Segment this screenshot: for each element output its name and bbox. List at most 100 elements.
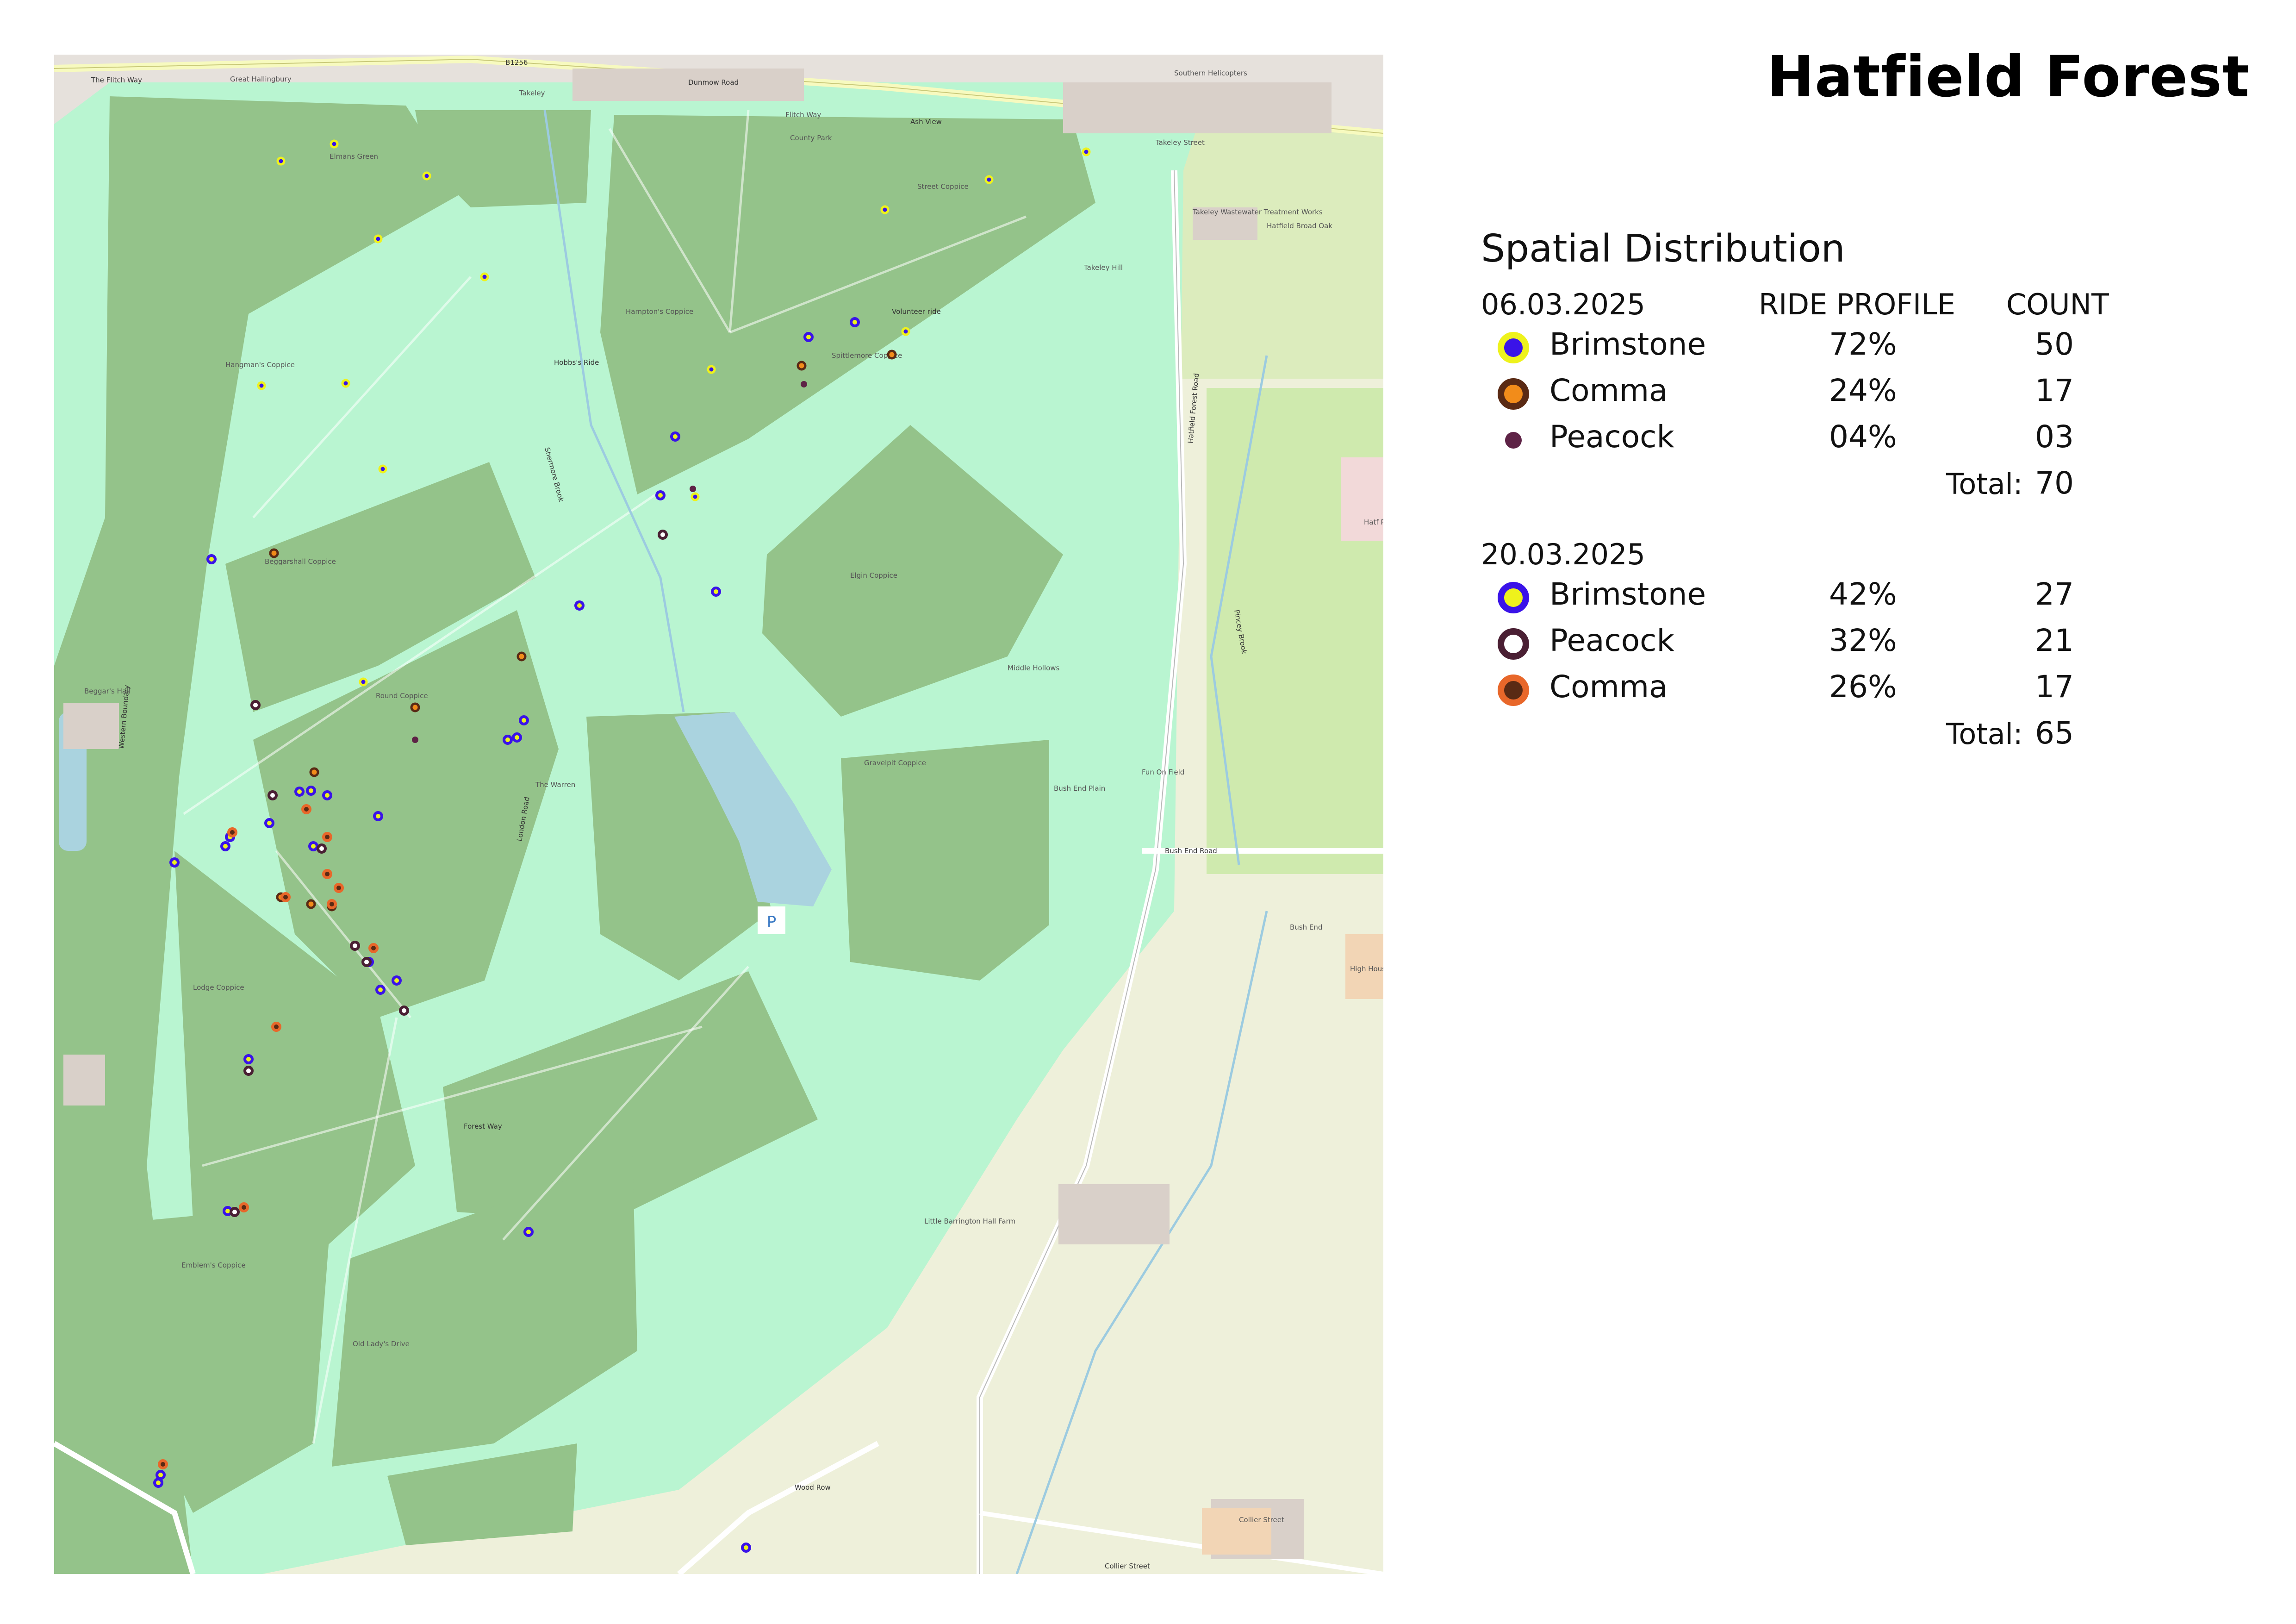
- brimstone-marker: [264, 818, 274, 828]
- legend-row: Peacock 04% 03: [1481, 417, 2175, 463]
- ride-profile-value: 26%: [1829, 669, 1897, 705]
- place-label: Hatfield Broad Oak: [1267, 222, 1332, 230]
- legend-row: Brimstone 42% 27: [1481, 575, 2175, 621]
- brimstone-symbol-icon: [1498, 582, 1529, 613]
- comma-marker: [322, 869, 332, 879]
- comma-marker: [327, 899, 337, 909]
- species-name: Comma: [1549, 669, 1668, 705]
- peacock-marker: [230, 1207, 240, 1217]
- symbol-ring: [1498, 332, 1529, 363]
- legend-row: Brimstone 72% 50: [1481, 325, 2175, 371]
- place-label: Middle Hollows: [1008, 664, 1060, 672]
- total-label: Total:: [1946, 467, 2023, 501]
- comma-marker: [309, 767, 319, 777]
- brimstone-marker: [707, 365, 716, 374]
- peacock-marker: [250, 700, 261, 710]
- count-value: 50: [2035, 326, 2074, 362]
- place-label: Gravelpit Coppice: [864, 759, 926, 767]
- road-label: Wood Row: [795, 1483, 831, 1492]
- brimstone-marker: [341, 379, 350, 388]
- residential-area: [1341, 457, 1383, 541]
- species-name: Brimstone: [1549, 326, 1706, 362]
- survey-date: 20.03.2025: [1481, 537, 1645, 571]
- brimstone-marker: [803, 332, 814, 342]
- comma-marker: [368, 943, 379, 953]
- road-label: B1256: [505, 58, 528, 67]
- comma-marker: [322, 832, 332, 842]
- comma-symbol-icon: [1498, 675, 1529, 706]
- peacock-marker: [801, 381, 807, 387]
- farm-area: [1202, 1508, 1271, 1555]
- legend-section-title: Spatial Distribution: [1481, 227, 1845, 271]
- survey-date: 06.03.2025: [1481, 287, 1645, 321]
- place-label: Little Barrington Hall Farm: [924, 1217, 1015, 1225]
- peacock-symbol-icon: [1498, 628, 1529, 660]
- place-label: Elgin Coppice: [850, 571, 897, 580]
- peacock-marker: [350, 941, 360, 951]
- brimstone-marker: [322, 790, 332, 800]
- brimstone-marker: [901, 327, 910, 336]
- place-label: Takeley Hill: [1083, 263, 1123, 272]
- legend-header: 06.03.2025 RIDE PROFILE COUNT: [1481, 287, 2175, 325]
- brimstone-marker: [375, 985, 386, 995]
- brimstone-marker: [276, 156, 286, 166]
- species-name: Comma: [1549, 373, 1668, 408]
- ride-profile-value: 04%: [1829, 419, 1897, 455]
- map-panel[interactable]: P Great Hallingbury Takeley Takeley Stre…: [54, 55, 1383, 1574]
- road-label: Dunmow Road: [688, 78, 739, 87]
- road-label: The Flitch Way: [91, 76, 142, 84]
- brimstone-marker: [655, 490, 666, 500]
- place-label: Round Coppice: [376, 692, 428, 700]
- brimstone-marker: [378, 464, 387, 474]
- brimstone-marker: [373, 811, 383, 821]
- place-label: Old Lady's Drive: [353, 1340, 410, 1348]
- ride-profile-header: RIDE PROFILE: [1759, 287, 1955, 321]
- place-label: The Warren: [535, 781, 575, 789]
- road-label: Volunteer ride: [892, 307, 941, 316]
- brimstone-marker: [220, 841, 230, 851]
- legend-panel: Spatial Distribution 06.03.2025 RIDE PRO…: [1481, 227, 2175, 760]
- brimstone-marker: [480, 272, 489, 281]
- brimstone-marker: [503, 735, 513, 745]
- road-label: Collier Street: [1105, 1562, 1150, 1570]
- brimstone-marker: [711, 587, 721, 597]
- comma-marker: [269, 548, 279, 558]
- brimstone-marker: [850, 317, 860, 327]
- legend-row: Peacock 32% 21: [1481, 621, 2175, 667]
- symbol-dot: [1505, 432, 1522, 449]
- ride-profile-value: 72%: [1829, 326, 1897, 362]
- brimstone-marker: [1082, 147, 1091, 156]
- species-name: Peacock: [1549, 623, 1674, 658]
- count-header: COUNT: [2006, 287, 2109, 321]
- brimstone-marker: [422, 171, 431, 181]
- peacock-marker: [243, 1066, 254, 1076]
- place-label: County Park: [790, 134, 832, 142]
- total-value: 65: [2035, 715, 2074, 751]
- brimstone-marker: [330, 139, 339, 149]
- peacock-marker: [412, 737, 418, 743]
- comma-marker: [271, 1022, 281, 1032]
- road-label: Hobbs's Ride: [554, 358, 599, 367]
- place-label: Elmans Green: [330, 152, 378, 161]
- comma-marker: [887, 350, 897, 360]
- place-label: Beggarshall Coppice: [265, 557, 336, 566]
- legend-total-row: Total: 70: [1481, 463, 2175, 510]
- map-canvas[interactable]: P Great Hallingbury Takeley Takeley Stre…: [54, 55, 1383, 1574]
- brimstone-marker: [153, 1478, 163, 1488]
- road-label: Bush End Road: [1165, 847, 1217, 855]
- place-label: Takeley: [519, 89, 545, 97]
- brimstone-symbol-icon: [1498, 332, 1529, 363]
- symbol-ring: [1498, 378, 1529, 410]
- symbol-ring: [1498, 675, 1529, 706]
- peacock-symbol-icon: [1505, 432, 1522, 449]
- brimstone-marker: [512, 732, 522, 743]
- legend-header: 20.03.2025: [1481, 537, 2175, 575]
- road-label: Forest Way: [464, 1122, 502, 1131]
- brimstone-marker: [169, 857, 180, 868]
- brimstone-marker: [294, 787, 305, 797]
- brimstone-marker: [243, 1054, 254, 1064]
- brimstone-marker: [308, 841, 318, 851]
- legend-total-row: Total: 65: [1481, 713, 2175, 760]
- comma-marker: [301, 804, 311, 814]
- brimstone-marker: [373, 234, 383, 244]
